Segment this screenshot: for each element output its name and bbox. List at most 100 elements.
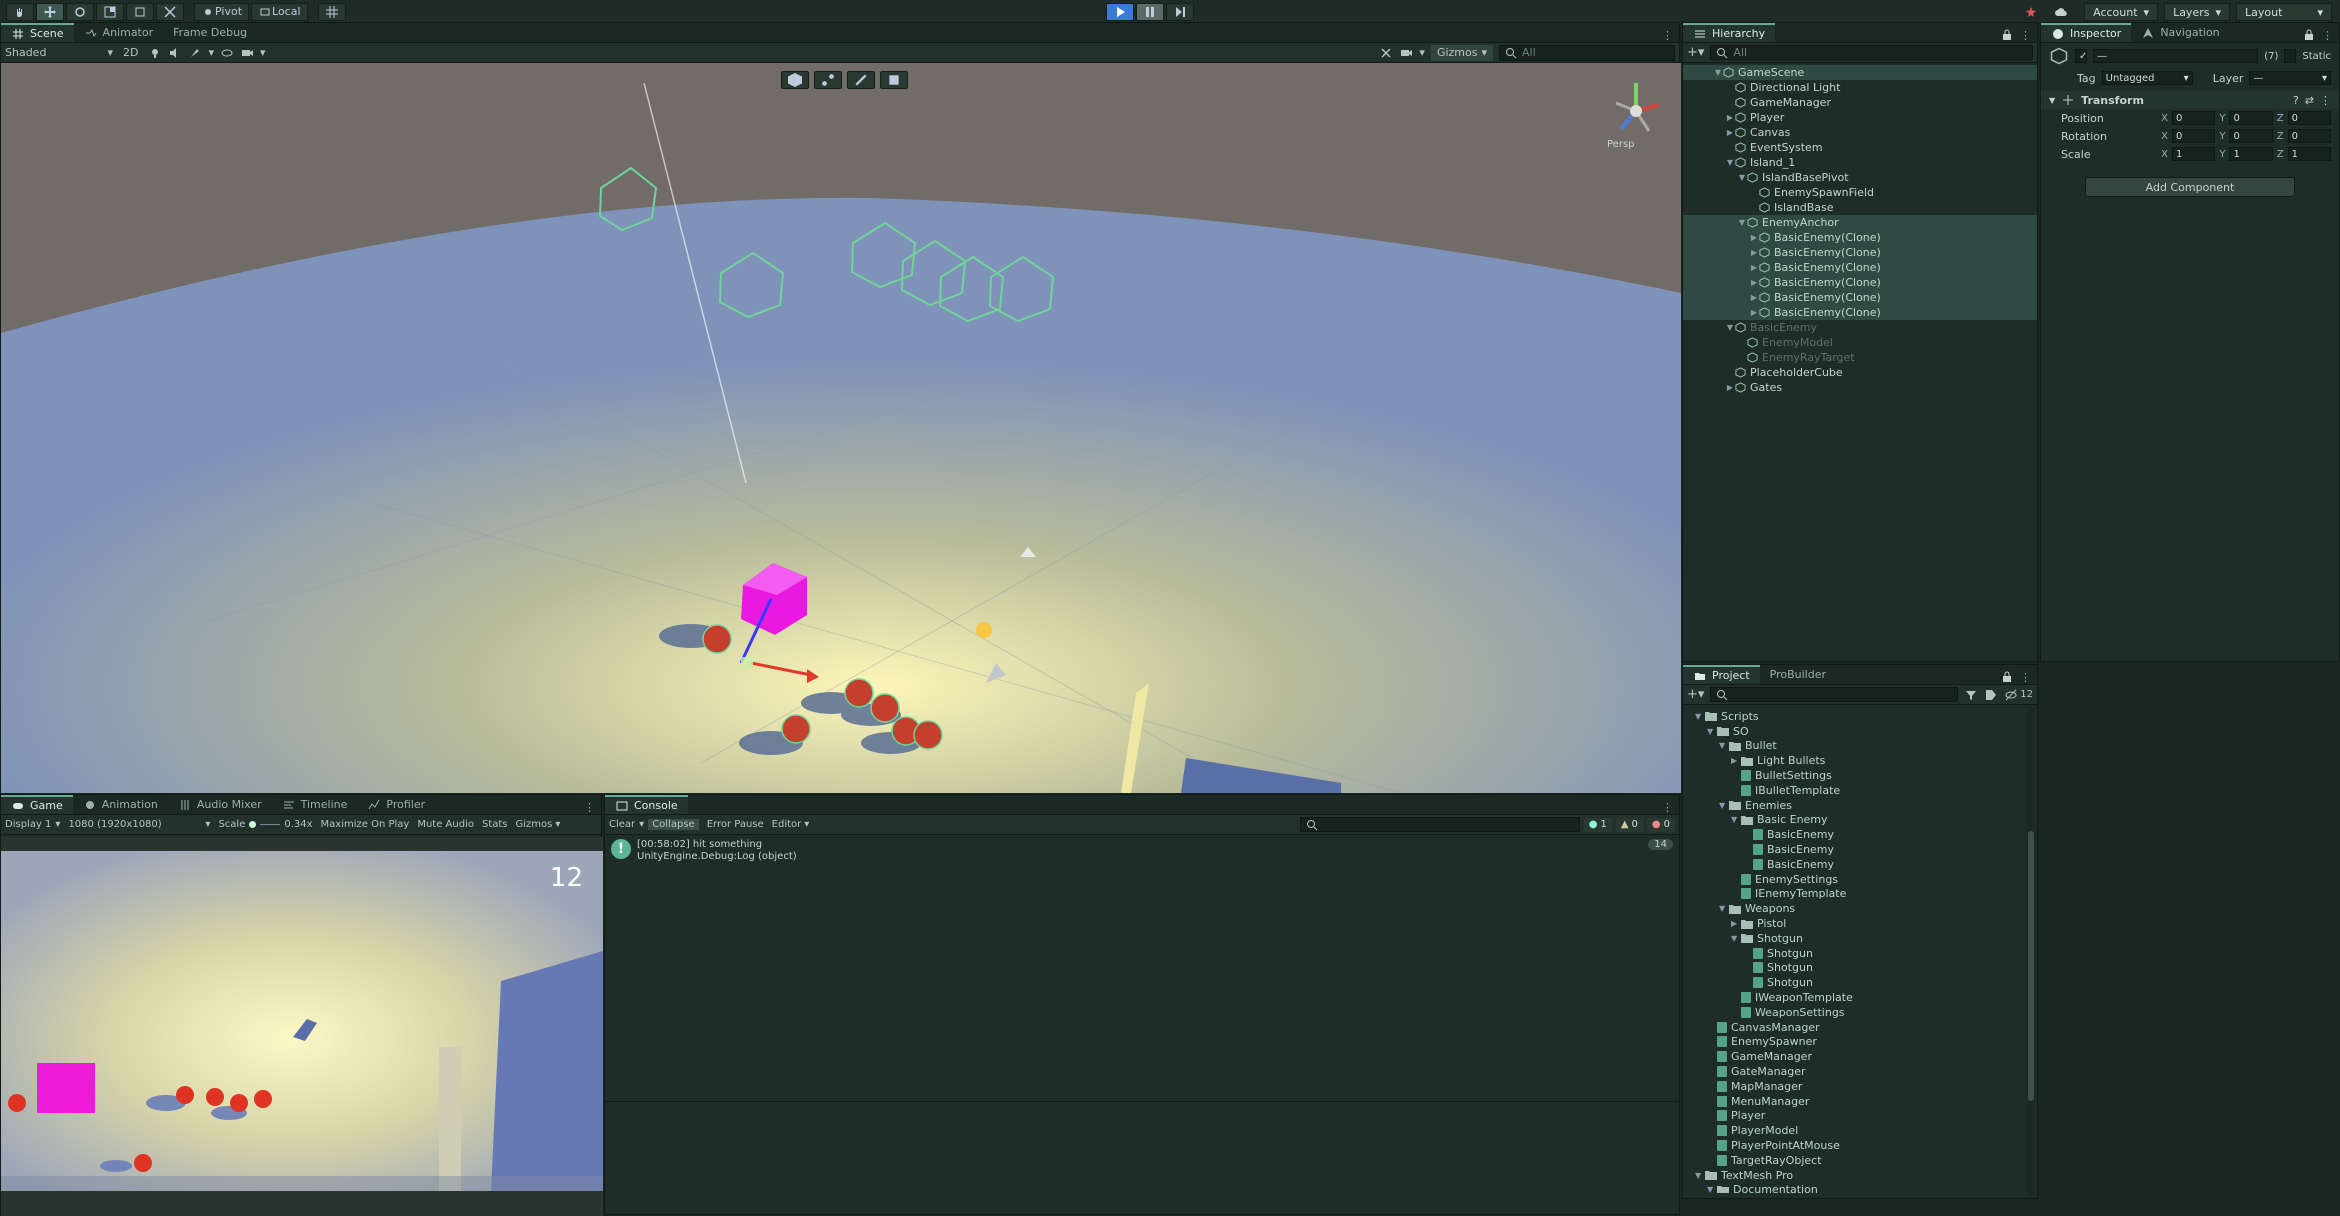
filter-label-icon[interactable] (1984, 688, 1998, 702)
overlay-edge-button[interactable] (847, 71, 875, 89)
tab-animator[interactable]: Animator (74, 23, 164, 42)
grid-snap-button[interactable] (317, 2, 346, 21)
hierarchy-item[interactable]: ▶ BasicEnemy(Clone) (1683, 305, 2037, 320)
tab-navigation[interactable]: Navigation (2131, 23, 2229, 42)
expand-arrow-icon[interactable]: ▼ (1707, 1185, 1717, 1193)
tab-console[interactable]: Console (605, 795, 688, 814)
hand-tool-button[interactable] (6, 2, 34, 21)
collapse-toggle[interactable]: Collapse (648, 819, 699, 830)
expand-arrow-icon[interactable]: ▼ (1725, 158, 1735, 167)
layer-dropdown[interactable]: — ▾ (2249, 71, 2331, 85)
slider-handle[interactable] (249, 821, 257, 828)
hierarchy-item[interactable]: ▼ GameScene (1683, 65, 2037, 80)
expand-arrow-icon[interactable]: ▶ (1731, 756, 1741, 765)
lighting-icon[interactable] (148, 46, 162, 60)
expand-arrow-icon[interactable]: ▶ (1749, 278, 1759, 287)
tab-profiler[interactable]: Profiler (357, 795, 435, 814)
project-item[interactable]: GateManager (1683, 1064, 2037, 1079)
hidden-objects-icon[interactable] (220, 46, 234, 60)
tab-timeline[interactable]: Timeline (272, 795, 358, 814)
lock-icon[interactable] (2000, 28, 2014, 42)
toggle-2d-button[interactable]: 2D (119, 46, 142, 59)
pause-button[interactable] (1136, 3, 1164, 21)
camera-icon[interactable] (1399, 46, 1413, 60)
tab-probuilder[interactable]: ProBuilder (1760, 665, 1836, 684)
hierarchy-search-input[interactable]: All (1710, 45, 2033, 60)
hierarchy-item[interactable]: IslandBase (1683, 200, 2037, 215)
hierarchy-item[interactable]: ▶ BasicEnemy(Clone) (1683, 275, 2037, 290)
error-count-toggle[interactable]: ● 0 (1646, 817, 1675, 832)
project-item[interactable]: WeaponSettings (1683, 1005, 2037, 1020)
more-options-icon[interactable]: ⋮ (578, 801, 601, 814)
tab-scene[interactable]: Scene (1, 23, 74, 42)
expand-arrow-icon[interactable]: ▼ (1731, 815, 1741, 824)
position-z-field[interactable]: 0 (2287, 111, 2331, 125)
project-item[interactable]: CanvasManager (1683, 1020, 2037, 1035)
add-icon[interactable]: +▾ (1687, 45, 1704, 60)
position-x-field[interactable]: 0 (2172, 111, 2216, 125)
mute-audio-toggle[interactable]: Mute Audio (417, 819, 474, 830)
expand-arrow-icon[interactable]: ▼ (1737, 173, 1747, 182)
active-checkbox[interactable]: ✓ (2075, 49, 2087, 63)
rotation-z-field[interactable]: 0 (2287, 129, 2331, 143)
project-item[interactable]: IWeaponTemplate (1683, 990, 2037, 1005)
chevron-down-icon[interactable]: ▾ (1419, 46, 1425, 59)
rect-tool-button[interactable] (126, 2, 154, 21)
transform-header[interactable]: ▼ Transform ? ⇄ ⋮ (2041, 91, 2339, 109)
project-item[interactable]: ▼ TextMesh Pro (1683, 1168, 2037, 1183)
hierarchy-item[interactable]: ▶ BasicEnemy(Clone) (1683, 230, 2037, 245)
project-item[interactable]: ▼ Bullet (1683, 739, 2037, 754)
stats-toggle[interactable]: Stats (482, 819, 508, 830)
hierarchy-item[interactable]: EnemySpawnField (1683, 185, 2037, 200)
console-log-entry[interactable]: ! [00:58:02] hit something UnityEngine.D… (605, 835, 1679, 865)
project-item[interactable]: IBulletTemplate (1683, 783, 2037, 798)
audio-icon[interactable] (168, 46, 182, 60)
tools-icon[interactable] (1379, 46, 1393, 60)
project-item[interactable]: BasicEnemy (1683, 842, 2037, 857)
project-item[interactable]: MenuManager (1683, 1094, 2037, 1109)
preset-icon[interactable]: ⇄ (2305, 94, 2314, 107)
project-item[interactable]: ▼ Documentation (1683, 1183, 2037, 1193)
tab-audio-mixer[interactable]: Audio Mixer (168, 795, 272, 814)
project-item[interactable]: BasicEnemy (1683, 857, 2037, 872)
tab-game[interactable]: Game (1, 795, 73, 814)
project-item[interactable]: ▼ Shotgun (1683, 931, 2037, 946)
expand-arrow-icon[interactable]: ▶ (1725, 128, 1735, 137)
project-search-input[interactable] (1710, 687, 1959, 702)
hierarchy-item[interactable]: PlaceholderCube (1683, 365, 2037, 380)
more-options-icon[interactable]: ⋮ (1656, 29, 1679, 42)
more-options-icon[interactable]: ⋮ (2316, 29, 2339, 42)
tab-project[interactable]: Project (1683, 665, 1760, 684)
persp-label[interactable]: Persp (1607, 139, 1635, 150)
hierarchy-item[interactable]: GameManager (1683, 95, 2037, 110)
expand-arrow-icon[interactable]: ▼ (1737, 218, 1747, 227)
rotation-y-field[interactable]: 0 (2229, 129, 2273, 143)
project-item[interactable]: ▼ Weapons (1683, 901, 2037, 916)
pivot-toggle[interactable]: Pivot (194, 2, 250, 21)
scale-x-field[interactable]: 1 (2172, 147, 2216, 161)
tab-hierarchy[interactable]: Hierarchy (1683, 23, 1776, 42)
scene-viewport[interactable]: Persp (1, 63, 1681, 793)
display-dropdown[interactable]: Display 1 ▾ (5, 819, 60, 830)
maximize-on-play-toggle[interactable]: Maximize On Play (321, 819, 410, 830)
project-item[interactable]: ▼ Basic Enemy (1683, 813, 2037, 828)
step-button[interactable] (1166, 3, 1194, 21)
project-item[interactable]: Shotgun (1683, 975, 2037, 990)
account-dropdown[interactable]: Account ▾ (2084, 3, 2159, 21)
hierarchy-item[interactable]: EnemyModel (1683, 335, 2037, 350)
scale-tool-button[interactable] (96, 2, 124, 21)
project-item[interactable]: Shotgun (1683, 946, 2037, 961)
orientation-gizmo[interactable]: Persp (1601, 71, 1671, 161)
hierarchy-item[interactable]: ▶ BasicEnemy(Clone) (1683, 245, 2037, 260)
lock-icon[interactable] (2302, 28, 2316, 42)
tab-frame-debug[interactable]: Frame Debug (163, 23, 257, 42)
hierarchy-item[interactable]: ▶ BasicEnemy(Clone) (1683, 290, 2037, 305)
expand-arrow-icon[interactable]: ▼ (1719, 904, 1729, 913)
project-item[interactable]: MapManager (1683, 1079, 2037, 1094)
layers-dropdown[interactable]: Layers ▾ (2164, 3, 2230, 21)
hierarchy-item[interactable]: ▶ Player (1683, 110, 2037, 125)
static-checkbox[interactable] (2284, 49, 2297, 63)
rotate-tool-button[interactable] (66, 2, 94, 21)
game-gizmos-dropdown[interactable]: Gizmos ▾ (516, 819, 561, 830)
expand-arrow-icon[interactable]: ▼ (1695, 712, 1705, 721)
